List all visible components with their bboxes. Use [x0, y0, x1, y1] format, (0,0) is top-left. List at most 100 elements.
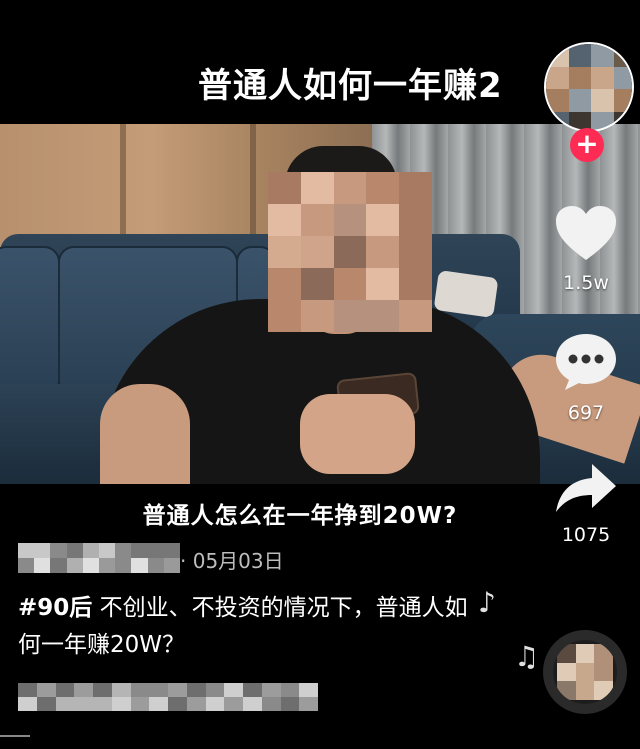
- mosaic-cell: [130, 683, 150, 697]
- mosaic-cell: [399, 172, 432, 204]
- mosaic-cell: [74, 683, 93, 697]
- mosaic-cell: [366, 172, 400, 204]
- mosaic-cell: [130, 697, 150, 711]
- mosaic-cell: [613, 89, 632, 112]
- username-pixelation[interactable]: [18, 543, 180, 573]
- mosaic-cell: [399, 204, 432, 236]
- mosaic-cell: [280, 697, 300, 711]
- mosaic-cell: [99, 543, 116, 558]
- mosaic-cell: [93, 683, 112, 697]
- mosaic-cell: [594, 662, 613, 682]
- mosaic-cell: [261, 697, 281, 711]
- mosaic-cell: [131, 558, 148, 573]
- mosaic-cell: [55, 697, 75, 711]
- mosaic-cell: [36, 697, 56, 711]
- mosaic-cell: [111, 697, 131, 711]
- mosaic-cell: [268, 172, 301, 204]
- mosaic-cell: [557, 662, 576, 682]
- mosaic-cell: [333, 300, 367, 332]
- follow-button[interactable]: +: [570, 128, 604, 162]
- mosaic-cell: [268, 300, 301, 332]
- mosaic-cell: [575, 662, 595, 682]
- mosaic-cell: [168, 683, 187, 697]
- mosaic-cell: [300, 172, 334, 204]
- person-hand: [300, 394, 415, 474]
- mosaic-cell: [268, 204, 301, 236]
- mosaic-cell: [163, 543, 180, 558]
- mosaic-cell: [243, 697, 262, 711]
- mosaic-cell: [131, 543, 148, 558]
- mosaic-cell: [333, 236, 367, 268]
- mosaic-cell: [147, 543, 164, 558]
- music-note-icon: ♪: [478, 586, 496, 619]
- mosaic-cell: [18, 543, 35, 558]
- mosaic-cell: [366, 236, 400, 268]
- mosaic-cell: [149, 683, 168, 697]
- mosaic-cell: [50, 558, 67, 573]
- mosaic-cell: [186, 683, 206, 697]
- hashtag-link[interactable]: #90后: [18, 595, 92, 621]
- mosaic-cell: [268, 268, 301, 300]
- mosaic-cell: [613, 111, 632, 130]
- comment-count: 697: [567, 402, 605, 424]
- comment-button[interactable]: 697: [546, 332, 626, 424]
- mosaic-cell: [261, 683, 281, 697]
- mosaic-cell: [591, 89, 614, 112]
- mosaic-cell: [163, 558, 180, 573]
- mosaic-cell: [115, 558, 132, 573]
- mosaic-cell: [575, 644, 595, 663]
- mosaic-cell: [299, 683, 318, 697]
- mosaic-cell: [205, 697, 225, 711]
- mosaic-cell: [168, 697, 187, 711]
- music-note-icon: ♫: [514, 640, 540, 673]
- mosaic-cell: [568, 66, 591, 89]
- sofa-cushion: [0, 246, 60, 396]
- mosaic-cell: [557, 644, 576, 663]
- mosaic-cell: [546, 111, 569, 130]
- music-info[interactable]: ᓂ: [18, 680, 338, 714]
- creator-avatar[interactable]: [544, 42, 634, 132]
- video-player[interactable]: [0, 124, 640, 484]
- mosaic-cell: [366, 204, 400, 236]
- mosaic-cell: [399, 300, 432, 332]
- mosaic-cell: [66, 558, 83, 573]
- post-date: · 05月03日: [180, 549, 284, 573]
- mosaic-cell: [613, 66, 632, 89]
- mosaic-cell: [300, 236, 334, 268]
- mosaic-cell: [149, 697, 168, 711]
- pillow: [433, 270, 499, 318]
- mosaic-cell: [66, 543, 83, 558]
- mosaic-cell: [557, 681, 576, 700]
- like-button[interactable]: 1.5w: [546, 204, 626, 294]
- mosaic-cell: [546, 89, 569, 112]
- mosaic-cell: [546, 66, 569, 89]
- music-title-pixelation: [18, 683, 318, 711]
- mosaic-cell: [591, 44, 614, 67]
- share-button[interactable]: 1075: [546, 462, 626, 546]
- avatar-pixelation: [546, 44, 632, 130]
- mosaic-cell: [575, 681, 595, 700]
- mosaic-cell: [399, 268, 432, 300]
- mosaic-cell: [18, 558, 35, 573]
- mosaic-cell: [546, 44, 569, 67]
- mosaic-cell: [147, 558, 164, 573]
- video-caption: 普通人怎么在一年挣到20W?: [142, 503, 458, 529]
- mosaic-cell: [591, 66, 614, 89]
- mosaic-cell: [366, 268, 400, 300]
- like-count: 1.5w: [563, 272, 609, 294]
- mosaic-cell: [18, 697, 37, 711]
- mosaic-cell: [224, 697, 243, 711]
- mosaic-cell: [224, 683, 243, 697]
- mosaic-cell: [34, 558, 51, 573]
- heart-icon: [556, 206, 616, 260]
- music-disc[interactable]: [543, 630, 627, 714]
- video-title-overlay: 普通人如何一年赚2: [198, 66, 503, 106]
- chat-bubble-icon: [556, 334, 616, 390]
- mosaic-cell: [594, 644, 613, 663]
- mosaic-cell: [333, 204, 367, 236]
- mosaic-cell: [243, 683, 262, 697]
- mosaic-cell: [300, 300, 334, 332]
- mosaic-cell: [36, 683, 56, 697]
- mosaic-cell: [34, 543, 51, 558]
- mosaic-cell: [111, 683, 131, 697]
